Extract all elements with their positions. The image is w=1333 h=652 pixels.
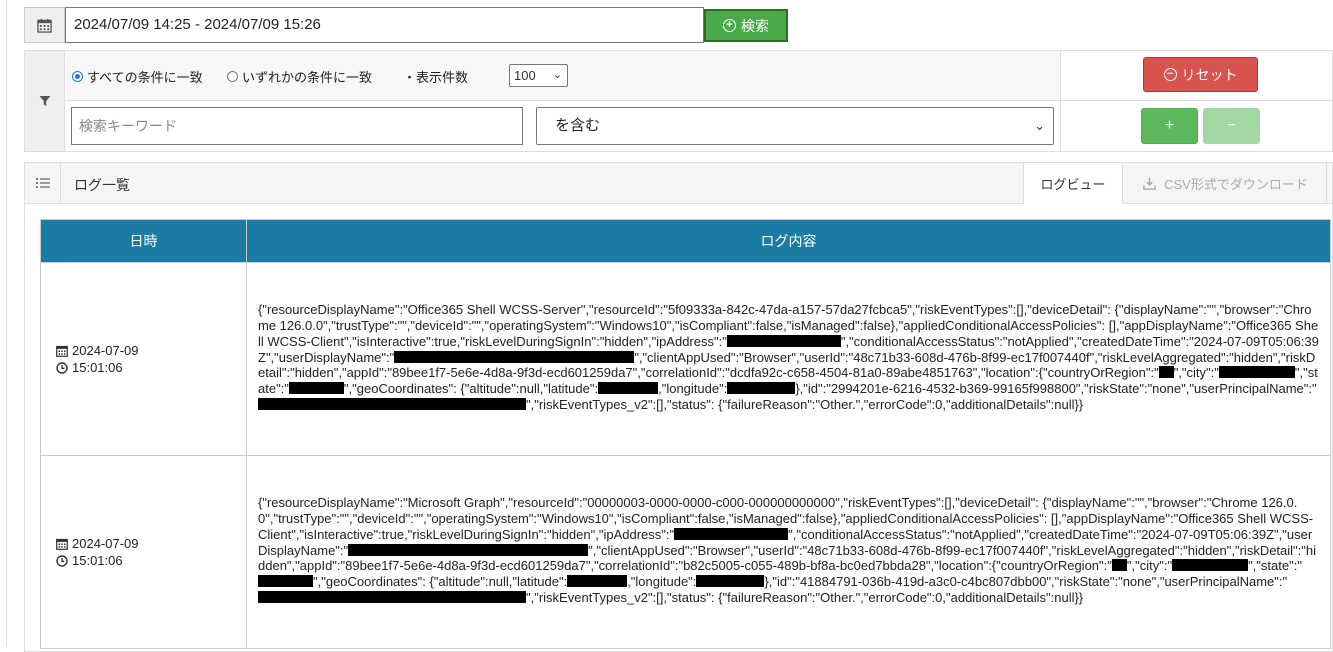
filter-options-row: すべての条件に一致 いずれかの条件に一致 ・表示件数 100 ⌄ — [65, 51, 1060, 101]
log-time: 15:01:06 — [72, 360, 123, 375]
log-table: 日時 ログ内容 2024-07-09 15:01:06 {"resourceDi… — [40, 219, 1331, 649]
match-any-radio[interactable]: いずれかの条件に一致 — [227, 67, 372, 86]
csv-download-label: CSV形式でダウンロード — [1164, 176, 1308, 192]
list-icon — [35, 178, 50, 188]
filter-icon — [39, 96, 50, 106]
calendar-icon — [56, 345, 68, 357]
log-date: 2024-07-09 — [72, 536, 139, 551]
log-text: ,"longitude": — [658, 381, 728, 397]
redaction — [288, 382, 344, 395]
log-text: },"id":"2994201e-6216-4532-b369-99165f99… — [795, 381, 1317, 397]
redaction — [394, 350, 635, 363]
left-edge-panel — [0, 0, 7, 646]
log-text: ","geoCoordinates": {"altitude":null,"la… — [313, 574, 568, 590]
display-count-label: ・表示件数 — [403, 70, 469, 85]
redaction — [1172, 559, 1249, 572]
redaction — [1111, 559, 1127, 572]
log-time: 15:01:06 — [72, 553, 123, 568]
table-row: 2024-07-09 15:01:06 {"resourceDisplayNam… — [40, 455, 1331, 649]
search-keyword-input[interactable]: 検索キーワード — [71, 107, 523, 145]
log-text: ","riskEventTypes_v2":[],"status": {"fai… — [526, 396, 1084, 412]
chevron-down-icon: ⌄ — [552, 69, 562, 81]
redaction — [1158, 366, 1174, 379]
plus-circle-icon: + — [723, 19, 736, 32]
list-icon-cell — [25, 163, 61, 203]
calendar-icon — [56, 538, 68, 550]
log-text: ","riskEventTypes_v2":[],"status": {"fai… — [526, 589, 1084, 605]
filter-panel: すべての条件に一致 いずれかの条件に一致 ・表示件数 100 ⌄ 検索キーワード… — [24, 50, 1333, 152]
log-text: ","state":" — [1248, 558, 1302, 574]
log-list-title: ログ一覧 — [74, 177, 130, 193]
add-condition-button[interactable]: + — [1141, 108, 1198, 144]
minus-circle-icon: − — [1163, 68, 1177, 81]
column-header-datetime: 日時 — [40, 219, 247, 263]
log-text: ","geoCoordinates": {"altitude":null,"la… — [343, 381, 599, 397]
log-text: },"id":"41884791-036b-419d-a3c0-c4bc807d… — [764, 574, 1288, 590]
radio-unchecked[interactable] — [227, 71, 238, 82]
datetime-cell: 2024-07-09 15:01:06 — [40, 262, 247, 456]
date-range-input[interactable]: 2024/07/09 14:25 - 2024/07/09 15:26 — [65, 7, 704, 43]
log-text: ","city":" — [1173, 365, 1219, 381]
log-date: 2024-07-09 — [72, 343, 139, 358]
log-content-cell: {"resourceDisplayName":"Office365 Shell … — [246, 262, 1331, 456]
tab-csv-download[interactable]: CSV形式でダウンロード — [1125, 163, 1327, 203]
reset-button[interactable]: − リセット — [1143, 57, 1258, 92]
tab-log-view[interactable]: ログビュー — [1023, 163, 1123, 204]
log-panel: ログ一覧 ログビュー CSV形式でダウンロード 日時 ログ内容 2024-07-… — [24, 162, 1333, 652]
match-all-radio[interactable]: すべての条件に一致 — [72, 67, 203, 86]
redaction — [696, 575, 765, 588]
redaction — [598, 382, 659, 395]
redaction — [567, 575, 628, 588]
redaction — [258, 397, 526, 410]
log-text: ,"longitude": — [627, 574, 697, 590]
filter-icon-cell — [25, 51, 65, 151]
table-header-row: 日時 ログ内容 — [40, 219, 1331, 263]
match-all-label: すべての条件に一致 — [87, 70, 203, 85]
column-header-log-content: ログ内容 — [246, 219, 1331, 263]
log-panel-header: ログ一覧 ログビュー CSV形式でダウンロード — [25, 163, 1332, 204]
redaction — [348, 543, 589, 556]
radio-checked[interactable] — [72, 71, 83, 82]
redaction — [726, 334, 841, 347]
redaction — [1218, 366, 1295, 379]
reset-button-label: リセット — [1181, 66, 1238, 83]
calendar-icon — [37, 18, 52, 33]
log-text: ","city":" — [1126, 558, 1173, 574]
clock-icon — [56, 361, 68, 374]
log-content-cell: {"resourceDisplayName":"Microsoft Graph"… — [246, 455, 1331, 649]
download-icon — [1143, 177, 1156, 190]
redaction — [258, 590, 526, 603]
search-button[interactable]: + 検索 — [704, 9, 788, 42]
display-count-value: 100 — [514, 68, 536, 83]
calendar-button[interactable] — [24, 7, 65, 43]
search-button-label: 検索 — [741, 17, 769, 34]
redaction — [727, 382, 796, 395]
remove-condition-button[interactable]: − — [1203, 108, 1260, 144]
table-row: 2024-07-09 15:01:06 {"resourceDisplayNam… — [40, 262, 1331, 456]
clock-icon — [56, 554, 68, 567]
redaction — [258, 575, 313, 588]
filter-condition-row: 検索キーワード を含む ⌄ — [65, 101, 1060, 151]
redaction — [674, 527, 789, 540]
condition-value: を含む — [555, 117, 601, 134]
chevron-down-icon: ⌄ — [1034, 118, 1045, 133]
display-count-select[interactable]: 100 ⌄ — [509, 64, 568, 87]
condition-select[interactable]: を含む ⌄ — [536, 107, 1054, 145]
datetime-cell: 2024-07-09 15:01:06 — [40, 455, 247, 649]
match-any-label: いずれかの条件に一致 — [242, 70, 373, 85]
